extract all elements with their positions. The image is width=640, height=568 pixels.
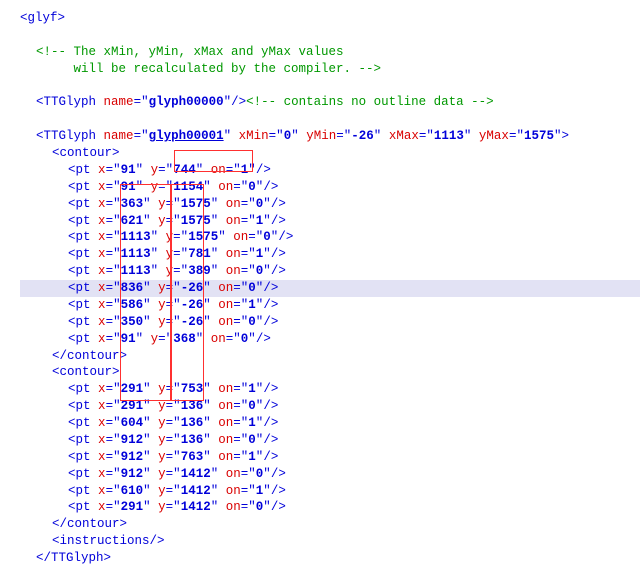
- code-line: </contour>: [20, 516, 640, 533]
- code-line: <pt x="91" y="744" on="1"/>: [20, 162, 640, 179]
- code-line: <TTGlyph name="glyph00000"/><!-- contain…: [20, 94, 640, 111]
- code-line: <pt x="604" y="136" on="1"/>: [20, 415, 640, 432]
- code-line: </TTGlyph>: [20, 550, 640, 567]
- code-line: <pt x="291" y="753" on="1"/>: [20, 381, 640, 398]
- code-line: <pt x="836" y="-26" on="0"/>: [20, 280, 640, 297]
- code-line: will be recalculated by the compiler. --…: [20, 61, 640, 78]
- code-line: <pt x="610" y="1412" on="1"/>: [20, 483, 640, 500]
- code-line: <contour>: [20, 145, 640, 162]
- code-line: <TTGlyph name="glyph00001" xMin="0" yMin…: [20, 128, 640, 145]
- code-line: <pt x="91" y="368" on="0"/>: [20, 331, 640, 348]
- code-line: <pt x="1113" y="1575" on="0"/>: [20, 229, 640, 246]
- code-block: <glyf> <!-- The xMin, yMin, xMax and yMa…: [20, 10, 640, 567]
- code-line: <pt x="291" y="136" on="0"/>: [20, 398, 640, 415]
- code-line: <pt x="1113" y="389" on="0"/>: [20, 263, 640, 280]
- code-line: <pt x="91" y="1154" on="0"/>: [20, 179, 640, 196]
- code-line: </contour>: [20, 348, 640, 365]
- code-line: <pt x="912" y="763" on="1"/>: [20, 449, 640, 466]
- code-line: <pt x="912" y="136" on="0"/>: [20, 432, 640, 449]
- code-line: <pt x="912" y="1412" on="0"/>: [20, 466, 640, 483]
- code-line: <pt x="586" y="-26" on="1"/>: [20, 297, 640, 314]
- code-line: <instructions/>: [20, 533, 640, 550]
- code-line: <contour>: [20, 364, 640, 381]
- code-line: <pt x="291" y="1412" on="0"/>: [20, 499, 640, 516]
- code-line: <pt x="1113" y="781" on="1"/>: [20, 246, 640, 263]
- code-line: <!-- The xMin, yMin, xMax and yMax value…: [20, 44, 640, 61]
- code-line: <glyf>: [20, 11, 65, 25]
- code-line: <pt x="621" y="1575" on="1"/>: [20, 213, 640, 230]
- code-line: <pt x="363" y="1575" on="0"/>: [20, 196, 640, 213]
- code-line: <pt x="350" y="-26" on="0"/>: [20, 314, 640, 331]
